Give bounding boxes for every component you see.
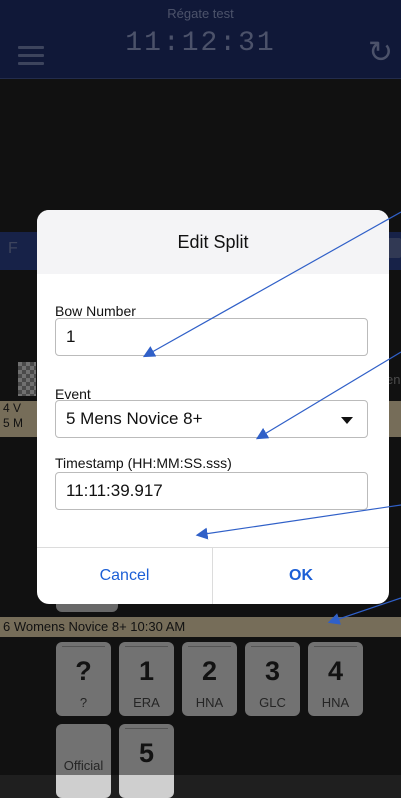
dropdown-caret-icon: [341, 417, 353, 424]
edit-split-dialog: Edit Split Bow Number 1 Event 5 Mens Nov…: [37, 210, 389, 604]
event-select-value: 5 Mens Novice 8+: [66, 409, 203, 428]
cancel-button[interactable]: Cancel: [37, 548, 213, 604]
dialog-button-row: Cancel OK: [37, 547, 389, 604]
event-select[interactable]: 5 Mens Novice 8+: [55, 400, 368, 438]
bow-number-input[interactable]: 1: [55, 318, 368, 356]
timestamp-label: Timestamp (HH:MM:SS.sss): [55, 455, 232, 471]
ok-button[interactable]: OK: [213, 548, 389, 604]
bow-number-label: Bow Number: [55, 303, 136, 319]
timestamp-input[interactable]: 11:11:39.917: [55, 472, 368, 510]
dialog-title: Edit Split: [177, 232, 249, 252]
